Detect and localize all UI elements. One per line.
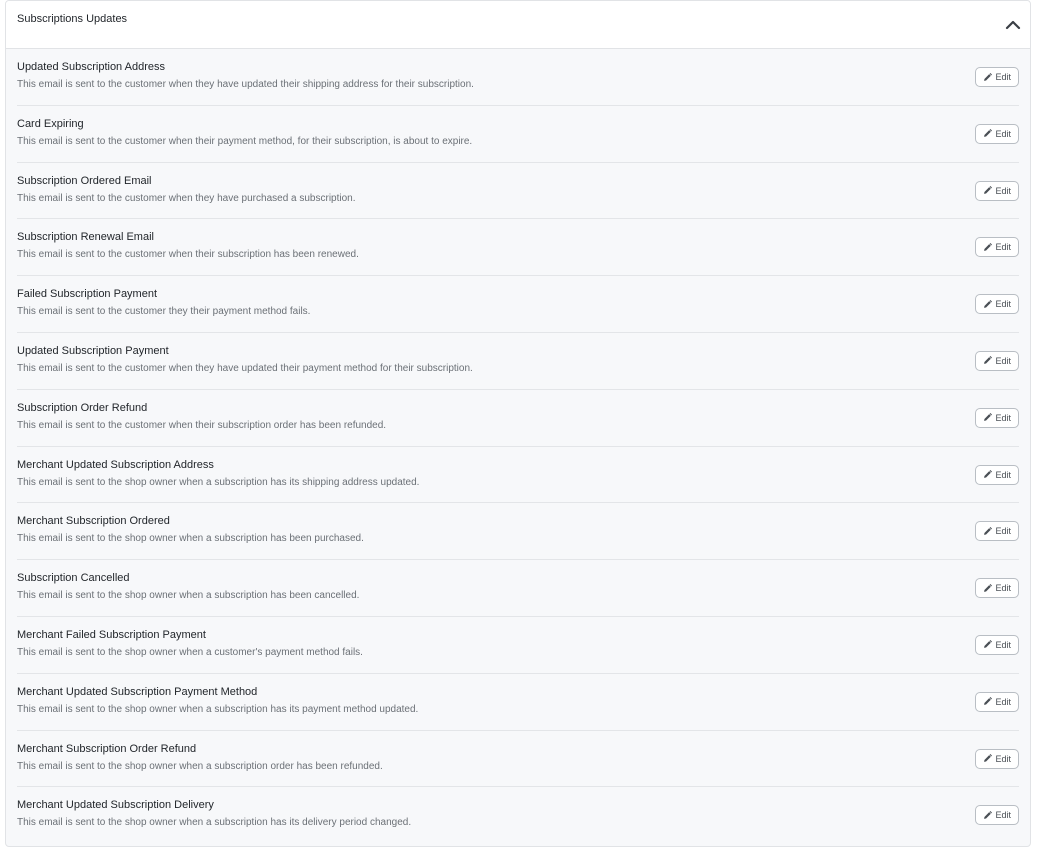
email-template-title: Failed Subscription Payment: [17, 288, 158, 301]
edit-button-label: Edit: [995, 412, 1011, 423]
chevron-up-icon[interactable]: [1004, 16, 1022, 34]
pencil-icon: [983, 583, 993, 593]
edit-button-label: Edit: [995, 355, 1011, 366]
email-template-description: This email is sent to the customer when …: [17, 79, 474, 90]
email-template-row: Updated Subscription Payment This email …: [17, 333, 1019, 390]
edit-button-label: Edit: [995, 810, 1011, 821]
email-template-row: Updated Subscription Address This email …: [17, 49, 1019, 106]
email-template-title: Updated Subscription Address: [17, 61, 165, 73]
edit-button-label: Edit: [995, 753, 1011, 764]
edit-button[interactable]: Edit: [975, 123, 1019, 144]
edit-button[interactable]: Edit: [975, 350, 1019, 371]
email-template-row: Merchant Subscription Order Refund This …: [17, 731, 1019, 788]
edit-button-label: Edit: [995, 696, 1011, 707]
pencil-icon: [983, 640, 993, 649]
pencil-icon: [983, 810, 993, 820]
edit-button[interactable]: Edit: [975, 237, 1019, 258]
edit-button[interactable]: Edit: [975, 464, 1019, 485]
pencil-icon: [983, 413, 993, 422]
edit-button-label: Edit: [995, 299, 1011, 310]
edit-button[interactable]: Edit: [975, 805, 1019, 826]
edit-button-label: Edit: [995, 526, 1011, 537]
subscriptions-updates-panel: Subscriptions Updates Updated Subscripti…: [5, 0, 1031, 847]
edit-button-label: Edit: [995, 185, 1011, 196]
email-template-title: Merchant Failed Subscription Payment: [17, 628, 206, 641]
edit-button[interactable]: Edit: [975, 407, 1019, 428]
email-template-list: Updated Subscription Address This email …: [17, 49, 1019, 844]
pencil-icon: [983, 242, 993, 252]
edit-button-label: Edit: [995, 242, 1011, 253]
email-template-title: Card Expiring: [17, 117, 84, 130]
panel-title: Subscriptions Updates: [17, 13, 128, 25]
email-template-description: This email is sent to the customer when …: [17, 249, 359, 261]
edit-button-label: Edit: [995, 72, 1011, 82]
email-template-row: Subscription Cancelled This email is sen…: [17, 560, 1019, 617]
pencil-icon: [983, 470, 993, 479]
email-template-title: Subscription Renewal Email: [17, 231, 154, 244]
edit-button[interactable]: Edit: [975, 521, 1019, 542]
edit-button[interactable]: Edit: [975, 67, 1019, 87]
email-template-title: Updated Subscription Payment: [17, 344, 169, 357]
email-template-description: This email is sent to the shop owner whe…: [17, 590, 360, 602]
email-template-description: This email is sent to the shop owner whe…: [17, 476, 420, 488]
email-template-title: Subscription Order Refund: [17, 401, 148, 414]
email-template-title: Merchant Subscription Ordered: [17, 515, 170, 528]
edit-button[interactable]: Edit: [975, 748, 1019, 769]
pencil-icon: [983, 72, 993, 82]
email-template-description: This email is sent to the shop owner whe…: [17, 703, 419, 715]
email-template-row: Failed Subscription Payment This email i…: [17, 276, 1019, 333]
email-template-row: Merchant Subscription Ordered This email…: [17, 503, 1019, 561]
email-template-row: Subscription Order Refund This email is …: [17, 390, 1019, 447]
pencil-icon: [983, 754, 993, 763]
edit-button[interactable]: Edit: [975, 294, 1019, 315]
edit-button-label: Edit: [995, 639, 1011, 650]
email-template-title: Merchant Updated Subscription Address: [17, 458, 214, 471]
email-template-row: Card Expiring This email is sent to the …: [17, 106, 1019, 163]
email-template-title: Merchant Subscription Order Refund: [17, 742, 197, 755]
edit-button[interactable]: Edit: [975, 578, 1019, 599]
email-template-description: This email is sent to the shop owner whe…: [17, 760, 383, 772]
email-template-description: This email is sent to the customer when …: [17, 135, 473, 147]
edit-button-label: Edit: [995, 583, 1011, 594]
email-template-title: Subscription Cancelled: [17, 572, 130, 585]
panel-header[interactable]: Subscriptions Updates: [6, 1, 1030, 49]
edit-button-label: Edit: [995, 128, 1011, 139]
email-template-description: This email is sent to the shop owner whe…: [17, 817, 412, 829]
email-template-row: Subscription Ordered Email This email is…: [17, 163, 1019, 220]
email-template-description: This email is sent to the shop owner whe…: [17, 646, 363, 658]
email-template-row: Merchant Failed Subscription Payment Thi…: [17, 617, 1019, 674]
pencil-icon: [983, 129, 993, 138]
pencil-icon: [983, 526, 993, 536]
email-template-description: This email is sent to the shop owner whe…: [17, 533, 364, 545]
email-template-row: Subscription Renewal Email This email is…: [17, 219, 1019, 277]
pencil-icon: [983, 299, 993, 309]
pencil-icon: [983, 186, 993, 195]
pencil-icon: [983, 697, 993, 706]
email-template-description: This email is sent to the customer they …: [17, 306, 311, 318]
email-template-description: This email is sent to the customer when …: [17, 419, 387, 431]
email-template-title: Merchant Updated Subscription Payment Me…: [17, 685, 258, 698]
edit-button[interactable]: Edit: [975, 634, 1019, 655]
pencil-icon: [983, 356, 993, 365]
email-template-title: Subscription Ordered Email: [17, 174, 152, 187]
edit-button[interactable]: Edit: [975, 180, 1019, 201]
edit-button[interactable]: Edit: [975, 691, 1019, 712]
edit-button-label: Edit: [995, 469, 1011, 480]
email-template-description: This email is sent to the customer when …: [17, 192, 356, 204]
email-template-row: Merchant Updated Subscription Delivery T…: [17, 787, 1019, 844]
email-template-title: Merchant Updated Subscription Delivery: [17, 799, 214, 812]
email-template-row: Merchant Updated Subscription Payment Me…: [17, 674, 1019, 731]
email-template-row: Merchant Updated Subscription Address Th…: [17, 447, 1019, 504]
email-template-description: This email is sent to the customer when …: [17, 362, 473, 374]
